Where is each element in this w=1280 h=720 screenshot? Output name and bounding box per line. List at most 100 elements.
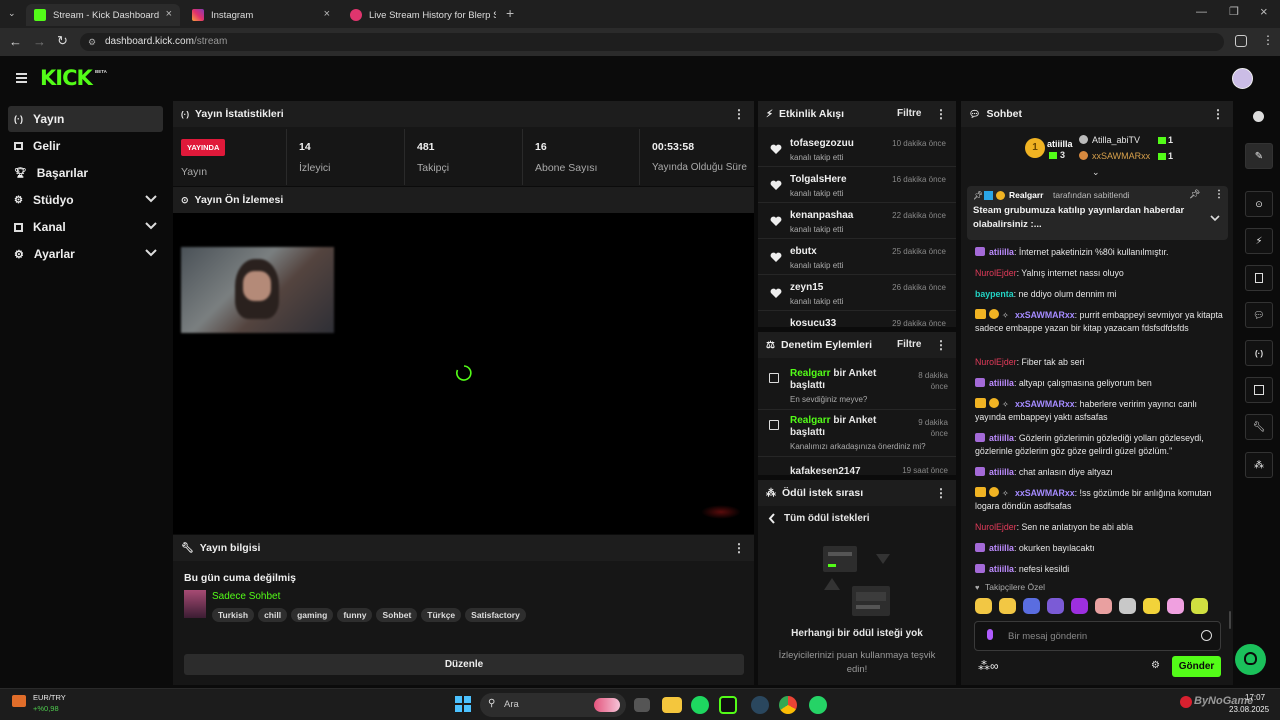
chevron-down-icon[interactable] — [145, 221, 157, 231]
tag-chip[interactable]: Türkçe — [421, 608, 462, 622]
chat-username[interactable]: atiiilla — [989, 564, 1014, 574]
rail-preview-button[interactable]: ⊙ — [1245, 191, 1273, 217]
chat-username[interactable]: atiiilla — [989, 433, 1014, 443]
tag-chip[interactable]: Satisfactory — [465, 608, 526, 622]
chat-username[interactable]: atiiilla — [989, 467, 1014, 477]
pinned-by[interactable]: Realgarr — [1009, 190, 1044, 200]
chat-input[interactable]: Bir mesaj gönderin — [974, 621, 1221, 651]
close-tab-icon[interactable]: × — [324, 8, 330, 20]
kick-app-icon[interactable] — [719, 696, 737, 714]
leaderboard-name[interactable]: xxSAWMARxx — [1092, 151, 1150, 161]
emote-icon[interactable] — [999, 598, 1016, 614]
more-options-icon[interactable]: ⋮ — [935, 338, 947, 352]
expand-leaderboard-icon[interactable]: ⌄ — [1092, 167, 1100, 178]
sidebar-item-studyo[interactable]: ⚙ Stüdyo — [8, 187, 163, 213]
chevron-down-icon[interactable] — [145, 194, 157, 204]
url-field[interactable]: ⚙ dashboard.kick.com/stream — [80, 33, 1224, 51]
minimize-icon[interactable]: — — [1196, 6, 1207, 18]
rail-activity-button[interactable]: ⚡︎ — [1245, 228, 1273, 254]
emote-icon[interactable] — [1119, 598, 1136, 614]
chat-username[interactable]: atiiilla — [989, 378, 1014, 388]
emote-icon[interactable] — [1095, 598, 1112, 614]
emote-icon[interactable] — [1143, 598, 1160, 614]
file-explorer-icon[interactable] — [662, 697, 682, 713]
extensions-icon[interactable] — [1235, 35, 1247, 47]
hamburger-menu-icon[interactable] — [16, 73, 27, 83]
sidebar-item-gelir[interactable]: Gelir — [8, 133, 163, 159]
edit-button[interactable]: Düzenle — [184, 654, 744, 675]
back-icon[interactable]: ← — [9, 34, 22, 49]
chat-username[interactable]: NurolEjder — [975, 522, 1017, 532]
rail-notes-button[interactable] — [1245, 265, 1273, 291]
forward-icon[interactable]: → — [33, 34, 46, 49]
close-tab-icon[interactable]: × — [166, 8, 172, 20]
steam-icon[interactable] — [751, 696, 769, 714]
more-options-icon[interactable]: ⋮ — [1214, 189, 1224, 200]
tag-chip[interactable]: gaming — [291, 608, 334, 622]
tab-instagram[interactable]: Instagram × — [184, 4, 338, 26]
tab-blerp[interactable]: Live Stream History for Blerp St — [342, 4, 496, 26]
chat-scrollbar[interactable] — [1229, 611, 1231, 629]
moderator-name[interactable]: Realgarr — [790, 415, 831, 426]
browser-menu-icon[interactable]: ⋮ — [1262, 33, 1274, 47]
kick-points-icon[interactable]: ⁂∞ — [978, 659, 999, 673]
maximize-icon[interactable]: ❐ — [1229, 5, 1239, 18]
category-link[interactable]: Sadece Sohbet — [212, 591, 280, 602]
tag-chip[interactable]: Sohbet — [376, 608, 418, 622]
sidebar-item-kanal[interactable]: Kanal — [8, 214, 163, 240]
emote-icon[interactable] — [1047, 598, 1064, 614]
chat-username[interactable]: atiiilla — [989, 543, 1014, 553]
whatsapp-icon[interactable] — [809, 696, 827, 714]
currency-pair[interactable]: EUR/TRY — [33, 693, 66, 702]
tab-kick-dashboard[interactable]: Stream - Kick Dashboard × — [26, 4, 180, 26]
windows-start-icon[interactable] — [455, 696, 471, 712]
sidebar-item-ayarlar[interactable]: ⚙ Ayarlar — [8, 241, 163, 267]
chat-username[interactable]: xxSAWMARxx — [1015, 399, 1075, 409]
back-to-rewards[interactable]: Tüm ödül istekleri — [768, 513, 870, 524]
pin-icon[interactable]: 📌︎ — [1189, 189, 1200, 200]
rail-tools-button[interactable]: 🔧︎ — [1245, 414, 1273, 440]
send-button[interactable]: Gönder — [1172, 656, 1221, 677]
more-options-icon[interactable]: ⋮ — [935, 107, 947, 121]
tag-chip[interactable]: funny — [337, 608, 373, 622]
tag-chip[interactable]: chill — [258, 608, 288, 622]
task-view-icon[interactable] — [634, 698, 650, 712]
chrome-icon[interactable] — [779, 696, 797, 714]
filter-button[interactable]: Filtre — [897, 339, 921, 350]
kick-logo[interactable]: KICK — [40, 66, 93, 90]
reload-icon[interactable]: ↻ — [57, 33, 68, 49]
taskbar-search[interactable]: ⚲ Ara — [480, 693, 626, 717]
emoji-picker-icon[interactable] — [1201, 630, 1212, 641]
leaderboard-name[interactable]: Atilla_abiTV — [1092, 135, 1140, 145]
chat-settings-icon[interactable]: ⚙ — [1151, 660, 1160, 671]
tag-chip[interactable]: Turkish — [212, 608, 255, 622]
emote-icon[interactable] — [1167, 598, 1184, 614]
microphone-icon[interactable] — [987, 629, 993, 640]
close-window-icon[interactable]: × — [1260, 4, 1268, 19]
more-options-icon[interactable]: ⋮ — [733, 541, 745, 555]
tab-list-chevron-icon[interactable]: ⌄ — [8, 8, 16, 19]
rail-broadcast-button[interactable]: (·) — [1245, 340, 1273, 366]
sidebar-item-yayin[interactable]: (·) Yayın — [8, 106, 163, 132]
rail-moderation-button[interactable] — [1245, 377, 1273, 403]
moderator-name[interactable]: Realgarr — [790, 368, 831, 379]
leaderboard-name[interactable]: atiiilla — [1047, 139, 1073, 149]
info-icon[interactable] — [1253, 111, 1264, 122]
chevron-down-icon[interactable] — [1210, 215, 1220, 223]
chat-username[interactable]: baypenta — [975, 289, 1014, 299]
chat-username[interactable]: NurolEjder — [975, 268, 1017, 278]
user-avatar[interactable] — [1232, 68, 1253, 89]
emote-icon[interactable] — [1191, 598, 1208, 614]
new-tab-icon[interactable]: + — [506, 5, 514, 21]
emote-icon[interactable] — [1071, 598, 1088, 614]
clock-time[interactable]: 17:07 — [1245, 693, 1265, 702]
more-options-icon[interactable]: ⋮ — [1212, 107, 1224, 121]
site-info-icon[interactable]: ⚙ — [88, 33, 96, 51]
filter-button[interactable]: Filtre — [897, 108, 921, 119]
sidebar-item-basarilar[interactable]: 🏆︎ Başarılar — [8, 160, 163, 186]
moderator-name[interactable]: kafakesen2147 — [790, 466, 861, 475]
more-options-icon[interactable]: ⋮ — [935, 486, 947, 500]
chat-username[interactable]: xxSAWMARxx — [1015, 310, 1075, 320]
support-headset-button[interactable] — [1235, 644, 1266, 675]
chat-username[interactable]: atiiilla — [989, 247, 1014, 257]
